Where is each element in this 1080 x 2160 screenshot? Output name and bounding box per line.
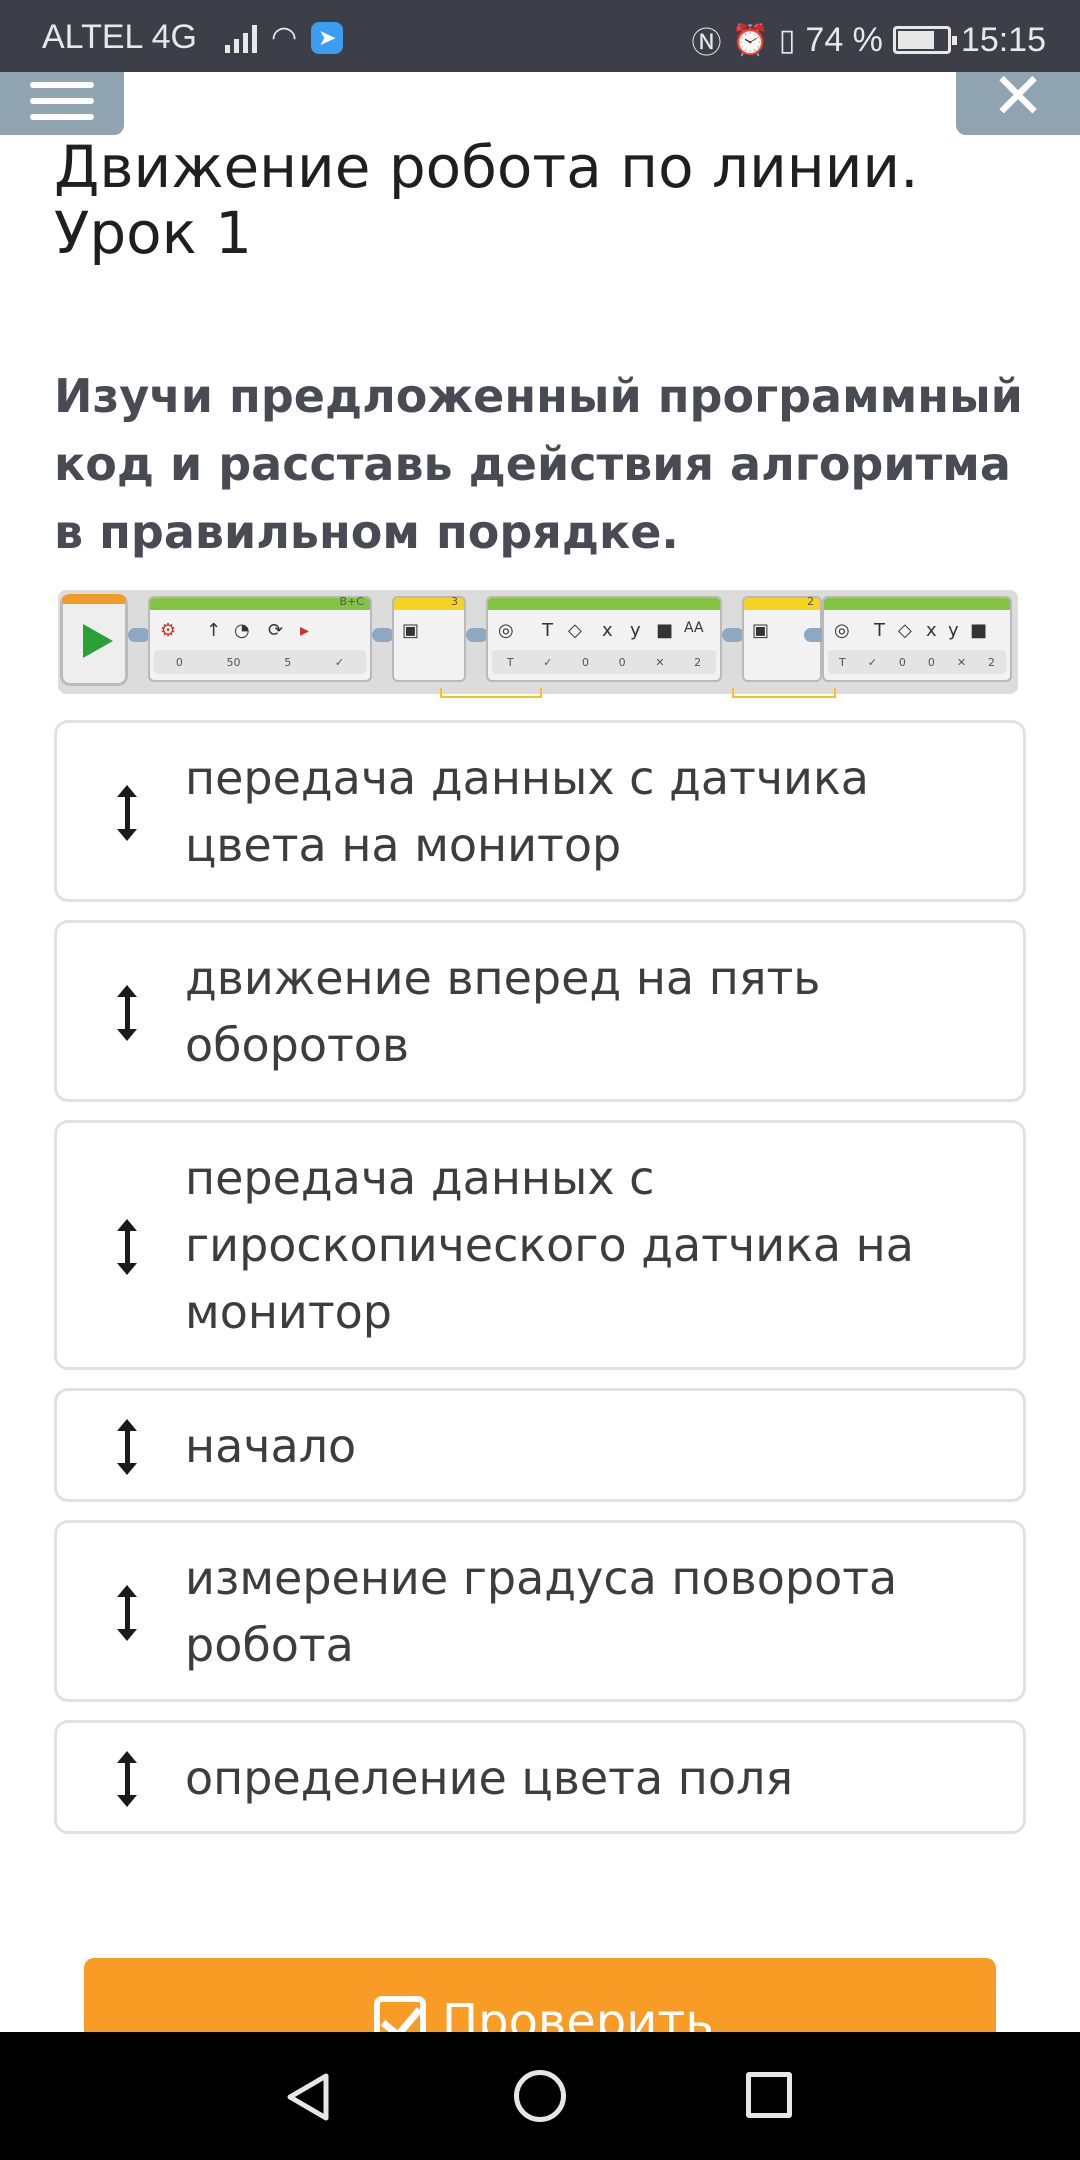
page-title: Движение робота по линии. Урок 1 (54, 133, 919, 267)
start-block (60, 594, 128, 686)
menu-button[interactable] (0, 72, 124, 135)
color-square-icon: ■ (970, 620, 988, 641)
close-button[interactable]: ✕ (956, 72, 1080, 135)
text-icon: T (874, 620, 885, 641)
display-block-2: ◎ T ◇ x y ■ T ✓ 0 0 ✕ 2 (822, 596, 1012, 682)
drag-handle-icon[interactable] (115, 1751, 139, 1807)
battery-icon (892, 26, 957, 54)
wifi-icon: ◠ (270, 21, 298, 54)
brake-icon: ▸ (300, 620, 310, 641)
home-icon[interactable] (514, 2070, 566, 2122)
color-sensor-icon: ▣ (402, 620, 420, 641)
connector (466, 628, 488, 642)
system-nav-bar (0, 2032, 1080, 2160)
y-coord-icon: y (948, 620, 959, 641)
list-item[interactable]: передача данных с датчика цвета на монит… (54, 720, 1026, 902)
status-bar: ALTEL 4G ◠ ➤ Ⓝ ⏰ ▯ 74 % 15:15 (0, 0, 1080, 72)
list-item-label: движение вперед на пять оборотов (185, 951, 821, 1072)
gyro-sensor-icon: ▣ (752, 620, 770, 641)
drag-handle-icon[interactable] (115, 1419, 139, 1475)
program-code-image: B+C ⚙ ↑ ◔ ⟳ ▸ 0 50 5 ✓ 3 ▣ ◎ T ◇ x y ■ A… (58, 590, 1018, 700)
eraser-icon: ◇ (898, 620, 912, 641)
list-item-label: измерение градуса поворота робота (185, 1551, 898, 1672)
gauge-icon: ◔ (234, 620, 250, 641)
play-icon (83, 624, 113, 658)
drag-handle-icon[interactable] (115, 785, 139, 841)
list-item[interactable]: начало (54, 1388, 1026, 1502)
clock: 15:15 (960, 20, 1046, 59)
vibrate-icon: ▯ (778, 23, 796, 57)
drag-handle-icon[interactable] (115, 1585, 139, 1641)
task-instruction: Изучи предложенный программный код и рас… (54, 369, 1023, 559)
data-wire (732, 688, 836, 698)
recent-apps-icon[interactable] (746, 2072, 792, 2118)
eraser-icon: ◇ (568, 620, 582, 641)
arrow-up-icon: ↑ (206, 620, 222, 641)
list-item-label: начало (185, 1419, 357, 1473)
list-item[interactable]: передача данных с гироскопического датчи… (54, 1120, 1026, 1370)
move-tank-block: B+C ⚙ ↑ ◔ ⟳ ▸ 0 50 5 ✓ (148, 595, 372, 682)
nfc-icon: Ⓝ (691, 27, 722, 60)
rotation-icon: ⟳ (268, 620, 284, 641)
list-item[interactable]: движение вперед на пять оборотов (54, 920, 1026, 1102)
carrier-label: ALTEL 4G (42, 18, 197, 56)
display-target-icon: ◎ (498, 620, 514, 641)
battery-percent: 74 % (805, 20, 883, 59)
list-item-label: определение цвета поля (185, 1751, 794, 1805)
alarm-icon: ⏰ (731, 23, 769, 57)
back-icon[interactable] (284, 2072, 332, 2122)
list-item[interactable]: измерение градуса поворота робота (54, 1520, 1026, 1702)
signal-icon (224, 23, 257, 53)
list-item-label: передача данных с гироскопического датчи… (185, 1151, 914, 1339)
x-coord-icon: x (926, 620, 937, 641)
drag-handle-icon[interactable] (115, 1219, 139, 1275)
connector (722, 628, 744, 642)
display-target-icon: ◎ (834, 620, 850, 641)
sensor-block-1: 3 ▣ (392, 595, 466, 682)
data-wire (440, 688, 542, 698)
drag-handle-icon[interactable] (115, 985, 139, 1041)
list-item-label: передача данных с датчика цвета на монит… (185, 751, 869, 872)
display-block-1: ◎ T ◇ x y ■ AA T ✓ 0 0 ✕ 2 (486, 596, 722, 682)
close-icon: ✕ (991, 72, 1045, 134)
list-item[interactable]: определение цвета поля (54, 1720, 1026, 1834)
motor-icon: ⚙ (160, 620, 177, 641)
connector (128, 628, 150, 642)
telegram-icon: ➤ (311, 21, 344, 54)
color-square-icon: ■ (656, 620, 674, 641)
connector (372, 628, 394, 642)
